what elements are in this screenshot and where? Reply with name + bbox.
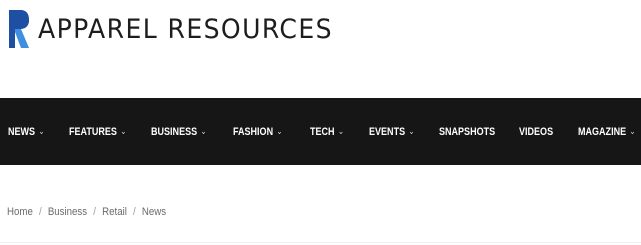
- breadcrumb-item-retail[interactable]: Retail: [102, 206, 127, 218]
- nav-item-label: MAGAZINE: [578, 125, 627, 138]
- nav-item-label: TECH: [310, 125, 335, 138]
- nav-item-snapshots[interactable]: SNAPSHOTS: [439, 98, 495, 165]
- nav-item-label: BUSINESS: [151, 125, 198, 138]
- chevron-down-icon: ⌄: [120, 126, 127, 136]
- nav-item-fashion[interactable]: FASHION ⌄: [233, 98, 283, 165]
- chevron-down-icon: ⌄: [38, 126, 45, 136]
- breadcrumb-item-news: News: [141, 206, 167, 218]
- nav-item-magazine[interactable]: MAGAZINE ⌄: [578, 98, 636, 165]
- site-logo[interactable]: APPAREL RESOURCES: [8, 8, 355, 50]
- nav-item-label: VIDEOS: [519, 125, 554, 138]
- chevron-down-icon: ⌄: [276, 126, 283, 136]
- breadcrumb-item-business[interactable]: Business: [48, 206, 87, 218]
- breadcrumb-item-home[interactable]: Home: [7, 206, 33, 218]
- r-logo-mark-icon: [9, 10, 29, 48]
- breadcrumb: Home / Business / Retail / News: [7, 205, 166, 219]
- breadcrumb-separator: /: [133, 206, 136, 218]
- nav-item-events[interactable]: EVENTS ⌄: [369, 98, 415, 165]
- nav-item-news[interactable]: NEWS ⌄: [8, 98, 45, 165]
- page: APPAREL RESOURCES NEWS ⌄ FEATURES ⌄ BUSI…: [0, 0, 641, 245]
- nav-item-label: SNAPSHOTS: [439, 125, 496, 138]
- breadcrumb-separator: /: [38, 206, 42, 218]
- chevron-down-icon: ⌄: [337, 126, 345, 136]
- nav-item-features[interactable]: FEATURES ⌄: [69, 98, 126, 165]
- chevron-down-icon: ⌄: [408, 126, 415, 136]
- nav-item-business[interactable]: BUSINESS ⌄: [151, 98, 207, 165]
- nav-item-label: FEATURES: [69, 125, 117, 138]
- chevron-down-icon: ⌄: [629, 126, 636, 136]
- nav-item-label: NEWS: [8, 125, 36, 138]
- chevron-down-icon: ⌄: [200, 126, 207, 136]
- nav-item-videos[interactable]: VIDEOS: [519, 98, 553, 165]
- divider: [0, 242, 641, 243]
- nav-item-label: EVENTS: [369, 125, 406, 138]
- breadcrumb-separator: /: [93, 206, 96, 218]
- site-name: APPAREL RESOURCES: [38, 13, 333, 45]
- nav-item-label: FASHION: [233, 125, 274, 138]
- main-navigation: NEWS ⌄ FEATURES ⌄ BUSINESS ⌄ FASHION ⌄ T…: [0, 98, 641, 165]
- nav-item-tech[interactable]: TECH ⌄: [310, 98, 344, 165]
